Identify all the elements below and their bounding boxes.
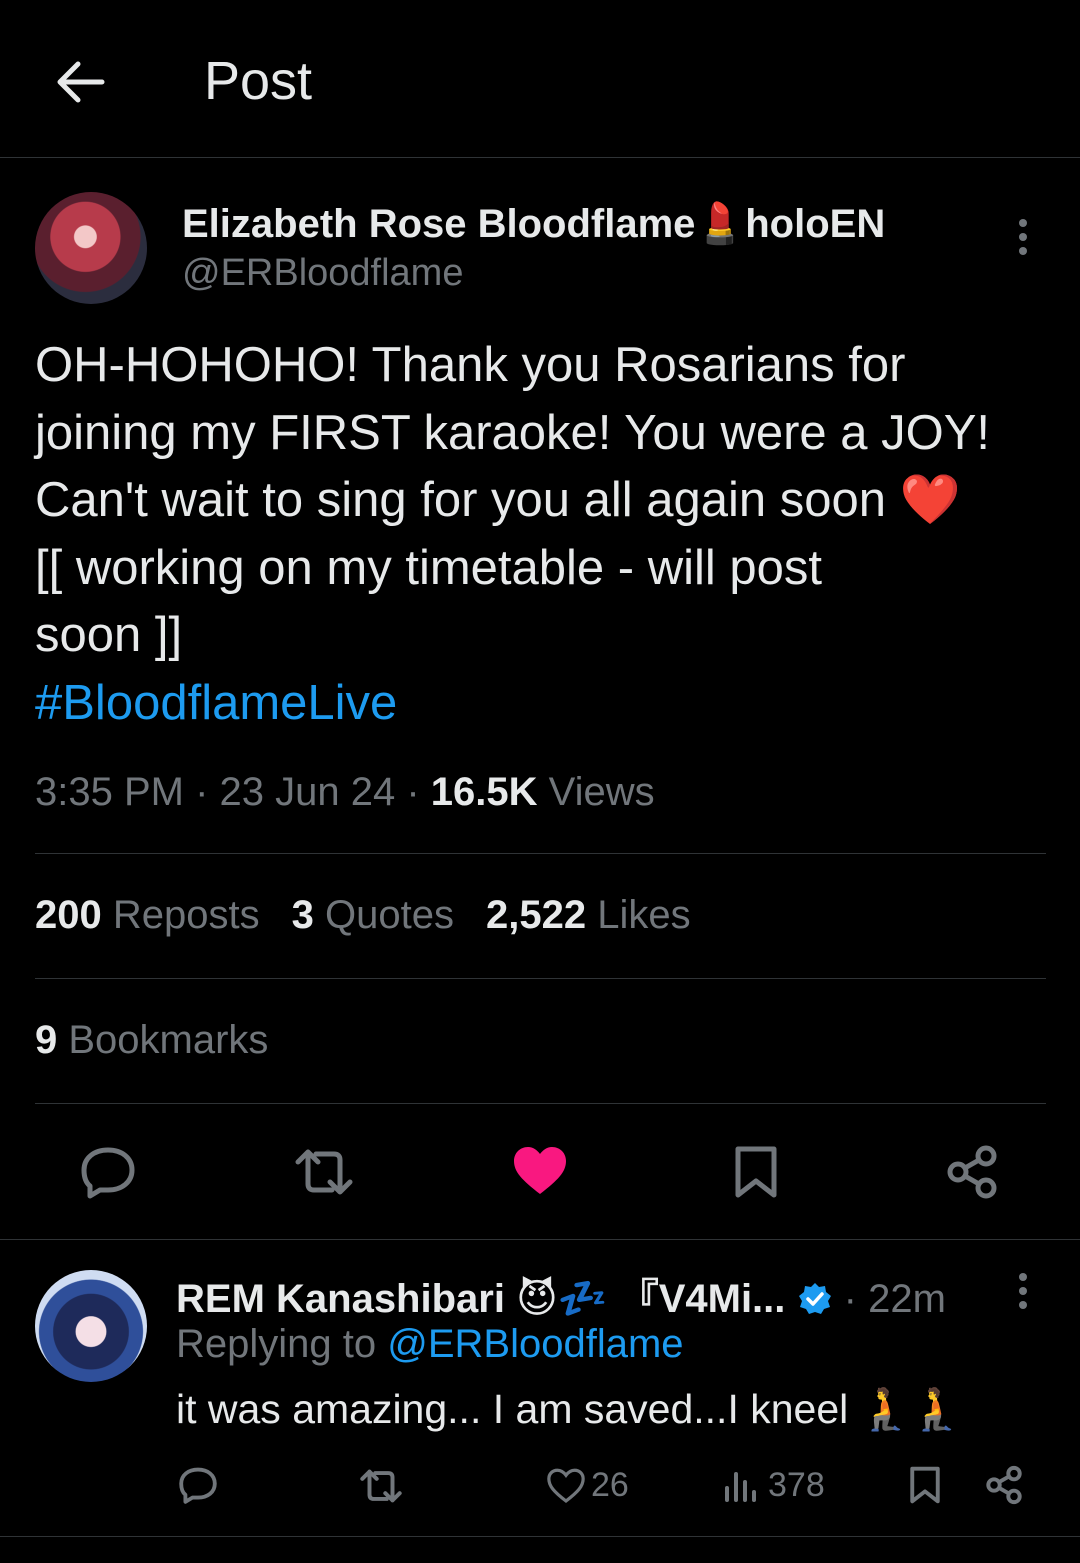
author-name[interactable]: Elizabeth Rose Bloodflame💄holoEN xyxy=(182,200,885,247)
hashtag-link[interactable]: #BloodflameLive xyxy=(35,670,1045,738)
quotes-stat[interactable]: 3 Quotes xyxy=(292,893,454,937)
reply-icon[interactable] xyxy=(177,1465,219,1505)
share-icon[interactable] xyxy=(944,1144,1000,1200)
views-count: 16.5K xyxy=(430,770,538,814)
replying-to: Replying to @ERBloodflame xyxy=(176,1322,684,1366)
post-date: 23 Jun 24 xyxy=(219,770,396,814)
post-text-line: [[ working on my timetable - will post xyxy=(35,540,822,595)
reposts-stat[interactable]: 200 Reposts xyxy=(35,893,260,937)
bookmark-icon[interactable] xyxy=(908,1464,942,1506)
post-meta: 3:35 PM · 23 Jun 24 · 16.5K Views xyxy=(35,770,655,814)
share-icon[interactable] xyxy=(984,1465,1024,1505)
like-icon[interactable] xyxy=(546,1468,586,1504)
verified-icon xyxy=(798,1283,831,1314)
bookmarks-stat[interactable]: 9 Bookmarks xyxy=(35,1018,268,1063)
post-text: OH-HOHOHO! Thank you Rosarians for joini… xyxy=(35,332,1045,737)
author-avatar[interactable] xyxy=(35,192,147,304)
repost-icon[interactable] xyxy=(358,1468,404,1504)
post-time: 3:35 PM xyxy=(35,770,184,814)
reply-text: it was amazing... I am saved...I kneel 🧎… xyxy=(176,1386,962,1432)
header-bar: Post xyxy=(0,0,1080,158)
views-label: Views xyxy=(548,770,655,814)
post-text-line: Can't wait to sing for you all again soo… xyxy=(35,473,961,527)
repost-icon[interactable] xyxy=(292,1148,356,1196)
post-text-line: OH-HOHOHO! Thank you Rosarians for xyxy=(35,338,906,392)
post-text-line: joining my FIRST karaoke! You were a JOY… xyxy=(35,405,991,460)
divider xyxy=(35,1103,1046,1104)
likes-stat[interactable]: 2,522 Likes xyxy=(486,893,691,937)
more-icon[interactable] xyxy=(1017,219,1029,259)
reply-likes-count: 26 xyxy=(591,1466,629,1504)
engagement-stats: 200 Reposts 3 Quotes 2,522 Likes xyxy=(35,893,691,938)
reply-icon[interactable] xyxy=(78,1144,138,1200)
page-title: Post xyxy=(204,51,313,111)
divider xyxy=(0,1239,1080,1240)
reply-author-avatar[interactable] xyxy=(35,1270,147,1382)
divider xyxy=(0,1536,1080,1537)
reply-views-count: 378 xyxy=(768,1466,825,1504)
like-icon[interactable] xyxy=(512,1146,568,1196)
reply-author-name[interactable]: REM Kanashibari 😈💤 『V4Mi... xyxy=(176,1277,785,1321)
replying-to-handle[interactable]: @ERBloodflame xyxy=(387,1322,683,1366)
author-handle[interactable]: @ERBloodflame xyxy=(182,252,463,295)
divider xyxy=(35,978,1046,979)
back-arrow-icon[interactable] xyxy=(50,52,110,112)
views-icon[interactable] xyxy=(722,1466,760,1504)
divider xyxy=(35,853,1046,854)
post-text-line: soon ]] xyxy=(35,608,183,662)
bookmark-icon[interactable] xyxy=(732,1143,780,1201)
more-icon[interactable] xyxy=(1017,1273,1029,1313)
reply-time: 22m xyxy=(868,1277,946,1321)
reply-header: REM Kanashibari 😈💤 『V4Mi... · 22m xyxy=(176,1277,946,1321)
